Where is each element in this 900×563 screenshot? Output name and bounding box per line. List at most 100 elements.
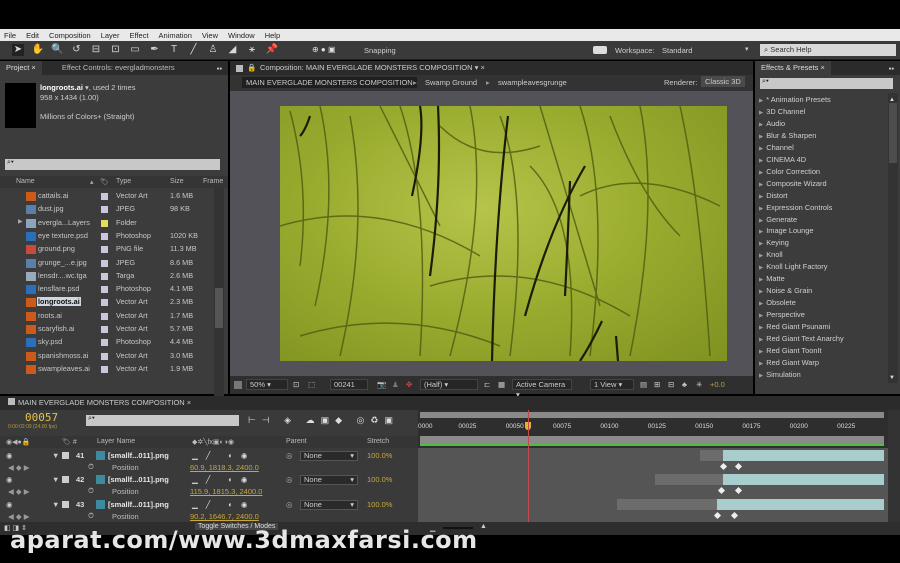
layer-tracks[interactable]: [418, 448, 888, 522]
effect-category[interactable]: ▶ Red Giant Text Anarchy: [759, 334, 844, 343]
zoom-in-icon[interactable]: ▲: [480, 523, 487, 530]
effect-category[interactable]: ▶ Obsolete: [759, 298, 796, 307]
work-area-bar[interactable]: [420, 412, 884, 418]
magnification-select[interactable]: 50% ▾: [246, 379, 288, 390]
expand-icon[interactable]: ▶: [759, 349, 763, 355]
keyframe[interactable]: [735, 462, 743, 471]
expand-icon[interactable]: ▶: [759, 158, 763, 164]
expand-icon[interactable]: ▶: [759, 194, 763, 200]
project-item[interactable]: swampleaves.ai Vector Art 1.9 MB: [0, 363, 212, 376]
time-ruler[interactable]: 0000 00025 00050 00075 00100 00125 00150 00175 0…: [418, 410, 888, 448]
effect-category[interactable]: ▶ Knoll: [759, 250, 783, 259]
layer-duration-bar-inactive[interactable]: [616, 498, 718, 510]
project-search-input[interactable]: ⌕▾: [5, 159, 220, 170]
expand-icon[interactable]: ▶: [759, 313, 763, 319]
timeline-search-input[interactable]: ⌕▾: [86, 415, 239, 426]
expand-icon[interactable]: ▶: [759, 337, 763, 343]
label-color[interactable]: [101, 286, 108, 294]
label-color[interactable]: [101, 232, 108, 240]
expand-icon[interactable]: ▶: [759, 134, 763, 140]
project-item[interactable]: ground.png PNG file 11.3 MB: [0, 243, 212, 256]
resolution-select[interactable]: (Half) ▾: [420, 379, 478, 390]
pan-behind-tool-icon[interactable]: ⊡: [110, 44, 122, 56]
expand-icon[interactable]: ▶: [759, 170, 763, 176]
layer-row[interactable]: ◉ ▼ 42 [smallf...011].png ▁╱ ◐◉ ◎ None ▾ …: [0, 473, 418, 497]
expand-icon[interactable]: ▶: [759, 361, 763, 367]
label-color[interactable]: [62, 500, 69, 508]
eye-icon[interactable]: ◉: [6, 500, 13, 509]
flowchart-icon[interactable]: ♣: [682, 380, 687, 389]
keyframe-navigator[interactable]: ◀ ◆ ▶: [8, 487, 29, 496]
effect-category[interactable]: ▶ Color Correction: [759, 167, 820, 176]
timeline-icon[interactable]: ⊟: [668, 380, 674, 389]
expand-icon[interactable]: ▶: [759, 373, 763, 379]
project-item[interactable]: longroots.ai Vector Art 2.3 MB: [0, 296, 212, 309]
expand-icon[interactable]: ▶: [759, 218, 763, 224]
effect-category[interactable]: ▶ Noise & Grain: [759, 286, 812, 295]
timeline-scrollbar[interactable]: [888, 410, 900, 522]
project-item[interactable]: roots.ai Vector Art 1.7 MB: [0, 310, 212, 323]
rotate-tool-icon[interactable]: ↺: [71, 44, 83, 56]
expand-icon[interactable]: ▶: [759, 241, 763, 247]
hand-tool-icon[interactable]: ✋: [32, 44, 44, 56]
renderer-select[interactable]: Classic 3D: [701, 76, 745, 87]
expand-icon[interactable]: ▶: [759, 229, 763, 235]
parent-select[interactable]: None ▾: [300, 475, 358, 486]
puppet-tool-icon[interactable]: 📌: [266, 44, 278, 56]
menu-composition[interactable]: Composition: [49, 31, 91, 40]
pick-whip-icon[interactable]: ◎: [286, 500, 293, 509]
channel-icon[interactable]: ✤: [406, 380, 412, 389]
chevron-down-icon[interactable]: ▾: [745, 45, 749, 53]
time-navigator[interactable]: [420, 436, 884, 444]
expand-icon[interactable]: ▶: [759, 277, 763, 283]
label-color[interactable]: [101, 206, 108, 214]
current-time-field[interactable]: 00241: [330, 379, 368, 390]
view-layout-select[interactable]: 1 View ▾: [590, 379, 634, 390]
layer-row[interactable]: ◉ ▼ 41 [smallf...011].png ▁╱ ◐◉ ◎ None ▾ …: [0, 449, 418, 473]
stretch-value[interactable]: 100.0%: [367, 500, 392, 509]
camera-tool-icon[interactable]: ⊟: [90, 44, 102, 56]
effect-category[interactable]: ▶ Matte: [759, 274, 785, 283]
pick-whip-icon[interactable]: ◎: [286, 475, 293, 484]
expand-icon[interactable]: ▶: [759, 289, 763, 295]
label-color[interactable]: [101, 326, 108, 333]
effect-category[interactable]: ▶ Keying: [759, 238, 789, 247]
exposure-reset-icon[interactable]: ✳: [696, 380, 702, 389]
effect-category[interactable]: ▶ Distort: [759, 191, 788, 200]
expand-icon[interactable]: ▶: [759, 110, 763, 116]
column-frame[interactable]: Frame: [203, 178, 223, 185]
label-color[interactable]: [101, 339, 108, 347]
project-item[interactable]: dust.jpg JPEG 98 KB: [0, 203, 212, 216]
project-item[interactable]: eye texture.psd Photoshop 1020 KB: [0, 230, 212, 243]
camera-select[interactable]: Active Camera ▾: [512, 379, 572, 399]
expand-icon[interactable]: ▶: [759, 146, 763, 152]
effect-category[interactable]: ▶ Image Lounge: [759, 226, 814, 235]
stopwatch-icon[interactable]: ⏱: [88, 462, 94, 472]
label-color[interactable]: [62, 476, 69, 484]
label-color[interactable]: [101, 272, 108, 280]
zoom-tool-icon[interactable]: 🔍: [51, 44, 63, 56]
keyframe[interactable]: [714, 511, 722, 519]
layer-switches[interactable]: ▁╱ ◐◉: [192, 500, 255, 509]
label-color[interactable]: [101, 259, 108, 267]
keyframe[interactable]: [719, 462, 728, 471]
menu-window[interactable]: Window: [228, 31, 255, 40]
selection-tool-icon[interactable]: ➤: [12, 44, 24, 56]
layer-row[interactable]: ◉ ▼ 43 [smallf...011].png ▁╱ ◐◉ ◎ None ▾ …: [0, 498, 418, 522]
effects-scrollbar[interactable]: ▲ ▼: [888, 93, 898, 383]
menu-edit[interactable]: Edit: [26, 31, 39, 40]
layer-duration-bar[interactable]: [723, 474, 884, 486]
toggle-pixel-aspect-icon[interactable]: ▤: [640, 380, 647, 389]
menu-help[interactable]: Help: [265, 31, 280, 40]
label-color[interactable]: [101, 352, 108, 360]
effect-category[interactable]: ▶ Generate: [759, 215, 797, 224]
effects-search-input[interactable]: ⌕▾: [760, 78, 893, 89]
expand-icon[interactable]: ▶: [759, 301, 763, 307]
always-preview-icon[interactable]: [234, 381, 242, 389]
tab-effect-controls[interactable]: Effect Controls: evergladmonsters: [56, 61, 181, 75]
project-item[interactable]: lensflare.psd Photoshop 4.1 MB: [0, 283, 212, 296]
position-value[interactable]: 90.2, 1646.7, 2400.0: [190, 512, 259, 521]
column-name[interactable]: Name: [16, 178, 35, 185]
transparency-grid-icon[interactable]: ▦: [498, 380, 505, 389]
eye-icon[interactable]: ◉: [6, 451, 13, 460]
